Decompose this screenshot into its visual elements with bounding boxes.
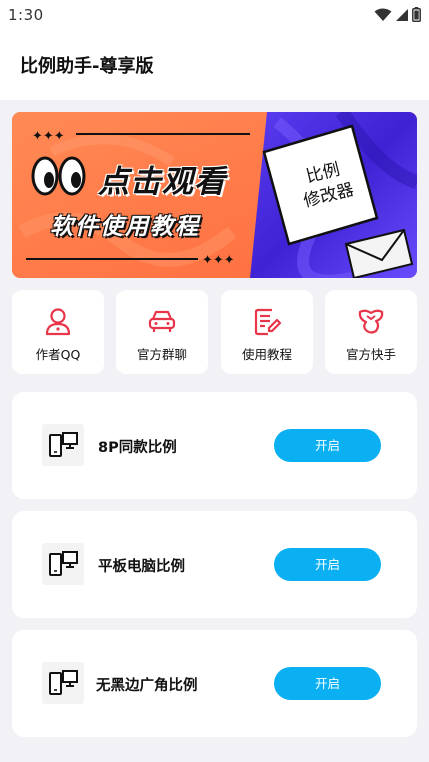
enable-button[interactable]: 开启 (274, 548, 381, 581)
devices-icon (42, 424, 84, 466)
document-edit-icon (252, 306, 282, 336)
ratio-card-8p: 8P同款比例 开启 (12, 392, 417, 499)
ratio-label: 平板电脑比例 (98, 559, 185, 575)
banner-subline: 软件使用教程 (50, 214, 200, 240)
svg-text:✦✦✦: ✦✦✦ (32, 129, 65, 144)
quick-action-label: 作者QQ (35, 347, 81, 362)
ratio-label: 8P同款比例 (98, 440, 177, 456)
tutorial-banner[interactable]: ✦✦✦ ✦✦✦ 点击观看 软件使用教程 比例 修改器 (12, 112, 417, 278)
quick-action-official-group[interactable]: 官方群聊 (116, 290, 208, 374)
quick-action-tutorial[interactable]: 使用教程 (221, 290, 313, 374)
car-icon (147, 306, 177, 336)
kuaishou-icon (356, 306, 386, 336)
wifi-icon (374, 7, 392, 26)
ratio-card-tablet: 平板电脑比例 开启 (12, 511, 417, 618)
devices-icon (42, 662, 84, 704)
app-bar: 比例助手-尊享版 (0, 30, 429, 100)
status-icons (374, 7, 421, 26)
quick-action-author-qq[interactable]: 作者QQ (12, 290, 104, 374)
app-title: 比例助手-尊享版 (20, 56, 154, 77)
signal-icon (395, 7, 409, 26)
quick-actions: 作者QQ 官方群聊 使用教程 官方快手 (12, 290, 417, 374)
battery-icon (412, 7, 421, 26)
status-time: 1:30 (8, 6, 44, 24)
ratio-card-wide-angle: 无黑边广角比例 开启 (12, 630, 417, 737)
quick-action-label: 官方群聊 (136, 347, 187, 362)
devices-icon (42, 543, 84, 585)
quick-action-kuaishou[interactable]: 官方快手 (325, 290, 417, 374)
svg-text:✦✦✦: ✦✦✦ (202, 253, 235, 268)
quick-action-label: 官方快手 (345, 347, 396, 362)
ratio-label: 无黑边广角比例 (96, 678, 198, 694)
banner-headline: 点击观看 (98, 164, 226, 200)
enable-button[interactable]: 开启 (274, 667, 381, 700)
enable-button[interactable]: 开启 (274, 429, 381, 462)
status-bar: 1:30 (0, 0, 429, 30)
person-icon (43, 306, 73, 336)
quick-action-label: 使用教程 (241, 347, 292, 362)
